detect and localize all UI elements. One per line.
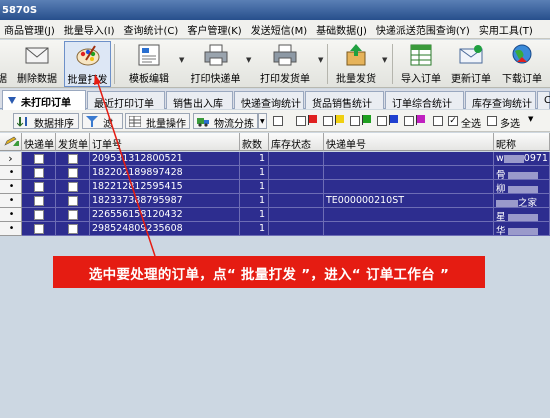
instruction-callout: 选中要处理的订单，点“ 批量打发 ”，进入“ 订单工作台 ”: [53, 256, 485, 288]
annotation-arrow: [94, 74, 156, 257]
